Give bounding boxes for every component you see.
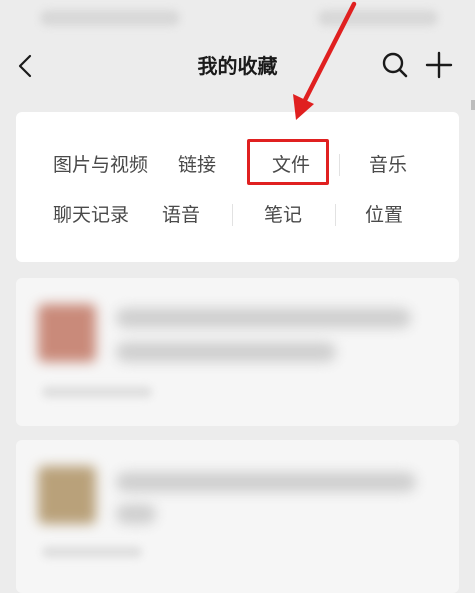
- favorite-item[interactable]: [16, 278, 459, 426]
- favorite-meta-blurred: [42, 546, 142, 558]
- category-chat-history[interactable]: 聊天记录: [53, 202, 129, 228]
- edge-marker: [471, 100, 475, 110]
- status-bar-blurred-right: [318, 10, 438, 26]
- favorite-thumbnail: [38, 304, 96, 362]
- category-location[interactable]: 位置: [365, 202, 403, 228]
- category-divider: [232, 204, 233, 226]
- search-icon[interactable]: [380, 50, 410, 80]
- highlight-box: [247, 139, 329, 185]
- category-divider: [335, 204, 336, 226]
- favorite-meta-blurred: [42, 386, 152, 398]
- category-voice[interactable]: 语音: [162, 202, 200, 228]
- category-notes[interactable]: 笔记: [264, 202, 302, 228]
- category-card: [16, 112, 459, 262]
- category-images-videos[interactable]: 图片与视频: [53, 152, 148, 178]
- status-bar-blurred-left: [40, 10, 180, 26]
- category-music[interactable]: 音乐: [369, 152, 407, 178]
- status-bar: [0, 0, 475, 36]
- favorite-title-blurred: [116, 504, 156, 524]
- favorite-thumbnail: [38, 466, 96, 524]
- favorite-item[interactable]: [16, 440, 459, 593]
- favorite-title-blurred: [116, 472, 416, 492]
- favorite-title-blurred: [116, 308, 411, 328]
- category-links[interactable]: 链接: [178, 152, 216, 178]
- nav-bar: 我的收藏: [0, 36, 475, 98]
- favorite-title-blurred: [116, 342, 336, 362]
- category-divider: [339, 154, 340, 176]
- plus-icon[interactable]: [424, 50, 454, 80]
